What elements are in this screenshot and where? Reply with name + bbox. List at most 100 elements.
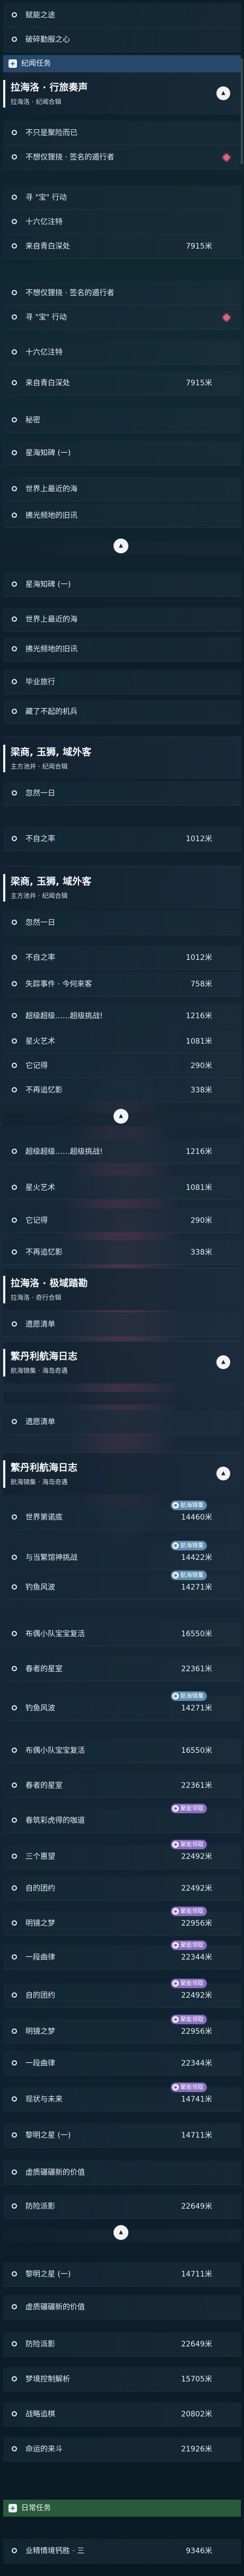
quest-item[interactable]: 赋能之途	[3, 3, 241, 28]
quest-label: 春者的星室	[25, 1665, 63, 1673]
quest-item[interactable]: 虚质碾碾新的价值	[3, 2295, 241, 2319]
quest-item[interactable]: 不想仅狸挠 · 签名的遁行者	[3, 145, 241, 170]
diamond-icon	[222, 153, 231, 162]
quest-item[interactable]: 忽然一日	[3, 911, 241, 935]
plus-icon: +	[8, 2504, 17, 2512]
quest-item[interactable]: 十六亿注特	[3, 210, 241, 234]
chevron-up-icon[interactable]: ▲	[216, 1355, 230, 1369]
quest-label: 钓鱼风波	[25, 1583, 55, 1592]
quest-header[interactable]: 梁商, 玉狮, 域外客 主方池井 · 纪闻合辑	[3, 737, 241, 779]
quest-item[interactable]: 黎明之星 (一) 14711米	[3, 2123, 241, 2148]
quest-distance: 338米	[190, 1086, 212, 1095]
quest-item[interactable]: 星海知碑 (一)	[3, 441, 241, 465]
quest-item[interactable]: 失踪事件 · 今何来客 758米	[3, 972, 241, 996]
quest-item[interactable]: 防险派影 22649米	[3, 2332, 241, 2357]
quest-item[interactable]: 不自之率 1012米	[3, 827, 241, 851]
quest-item[interactable]: 世界上最近的海	[3, 477, 241, 501]
quest-item[interactable]: 世界第诺底 14460米 航海锦集	[3, 1501, 241, 1530]
quest-item[interactable]: 来自青白深处 7915米	[3, 234, 241, 259]
quest-item[interactable]: 星火艺术 1081米	[3, 1029, 241, 1054]
quest-item[interactable]: 不想仅狸挠 · 签名的遁行者	[3, 281, 241, 305]
ring-icon	[12, 380, 17, 385]
quest-item[interactable]: 虚质碾碾新的价值	[3, 2160, 241, 2185]
quest-item[interactable]: 超级超级……超级挑战! 1216米	[3, 1004, 241, 1028]
quest-item[interactable]: 防险派影 22649米	[3, 2194, 241, 2219]
header-subtitle: 航海锦集 · 海岛奇遇	[11, 1367, 68, 1374]
quest-item[interactable]: 拂光频地的旧讯	[3, 637, 241, 661]
quest-item[interactable]: 不再追忆影 338米	[3, 1240, 241, 1265]
ring-icon	[12, 1631, 17, 1636]
quest-header[interactable]: 拉海洛 · 极域踏勘 拉海洛 · 奇行合辑	[3, 1268, 241, 1310]
marker-badge: 聚能领取	[171, 1804, 207, 1813]
quest-header[interactable]: 梁商, 玉狮, 域外客 主方池井 · 纪闻合辑	[3, 866, 241, 908]
quest-item[interactable]: 现状与未来 14741米 聚能领取	[3, 2083, 241, 2112]
quest-item[interactable]: 明镜之梦 22956米 聚能领取	[3, 1907, 241, 1936]
quest-item[interactable]: 自的团约 22492米 聚能领取	[3, 1979, 241, 2008]
chevron-up-icon[interactable]: ▲	[216, 86, 230, 100]
chevron-up-icon[interactable]: ▲	[114, 539, 128, 553]
quest-item[interactable]: 一段曲律 22344米	[3, 2051, 241, 2076]
quest-item[interactable]: 业精情境钙胜 · 三 9346米	[3, 2539, 241, 2563]
quest-item[interactable]: 黎明之星 (一) 14711米	[3, 2262, 241, 2287]
quest-item[interactable]: 它记得 290米	[3, 1054, 241, 1078]
quest-item[interactable]: 星海知碑 (一)	[3, 572, 241, 597]
quest-label: 不想仅狸挠 · 签名的遁行者	[25, 289, 115, 297]
quest-item[interactable]: 世界上最近的海	[3, 607, 241, 632]
quest-item[interactable]: 十六亿注特	[3, 340, 241, 365]
quest-item[interactable]: 它记得 290米	[3, 1208, 241, 1233]
quest-item[interactable]: 与当繁馆神挑战 14422米 航海锦集	[3, 1541, 241, 1570]
quest-header[interactable]: 拉海洛 · 行旅奏声 拉海洛 · 纪闻合辑 ▲	[3, 72, 241, 114]
quest-item[interactable]: 寻 "宝" 行动	[3, 186, 241, 210]
ring-icon	[12, 2096, 17, 2102]
quest-label: 虚质碾碾新的价值	[25, 2303, 85, 2312]
quest-item[interactable]: 春者的星室 22361米	[3, 1657, 241, 1681]
quest-item[interactable]: 超级超级……超级挑战! 1216米	[3, 1140, 241, 1164]
quest-item[interactable]: 不只是聚险而已	[3, 121, 241, 145]
marker-text: 聚能领取	[180, 2016, 204, 2023]
quest-item[interactable]: 布偶小队宝宝复活 16550米	[3, 1739, 241, 1763]
quest-item[interactable]: 命运的来斗 21926米	[3, 2437, 241, 2462]
quest-item[interactable]: 破碎勤服之心	[3, 28, 241, 52]
quest-item[interactable]: 不自之率 1012米	[3, 946, 241, 970]
quest-item[interactable]: 自的团约 22492米	[3, 1876, 241, 1901]
quest-header[interactable]: 繁丹利航海日志 航海锦集 · 海岛奇遇 ▲	[3, 1341, 241, 1383]
quest-item[interactable]: 不再追忆影 338米	[3, 1078, 241, 1102]
section-archon[interactable]: + 纪闻任务	[3, 55, 241, 72]
quest-item[interactable]: 遗愿清单	[3, 1312, 241, 1337]
quest-item[interactable]: 忽然一日	[3, 781, 241, 806]
quest-item[interactable]: 遗愿清单	[3, 1410, 241, 1434]
chevron-up-icon[interactable]: ▲	[114, 2225, 128, 2240]
marker-icon	[172, 1502, 179, 1508]
quest-label: 不自之率	[25, 954, 55, 962]
quest-item[interactable]: 藏了不起的机兵	[3, 700, 241, 724]
marker-text: 航海锦集	[180, 1542, 204, 1549]
chevron-up-icon[interactable]: ▲	[216, 1467, 230, 1480]
scrollbar[interactable]	[241, 58, 243, 164]
marker-badge: 航海锦集	[171, 1691, 207, 1701]
ring-icon	[12, 616, 17, 622]
quest-item[interactable]: 钓鱼风波 14271米 航海锦集	[3, 1571, 241, 1600]
quest-item[interactable]: 布偶小队宝宝复活 16550米	[3, 1622, 241, 1646]
quest-item[interactable]: 钓鱼风波 14271米 航海锦集	[3, 1691, 241, 1721]
quest-item[interactable]: 秘密	[3, 408, 241, 433]
quest-item[interactable]: 三个惠望 22492米 聚能领取	[3, 1840, 241, 1869]
quest-label: 破碎勤服之心	[25, 36, 70, 44]
chevron-up-icon[interactable]: ▲	[114, 1109, 128, 1124]
section-daily[interactable]: + 日常任务	[3, 2500, 241, 2517]
quest-item[interactable]: 明镜之梦 22956米 聚能领取	[3, 2015, 241, 2044]
quest-item[interactable]: 毕业旅行	[3, 670, 241, 694]
ring-icon	[12, 130, 17, 135]
plus-icon: +	[8, 59, 17, 68]
quest-item[interactable]: 春筑彩虎得的咖道 聚能领取	[3, 1804, 241, 1833]
quest-item[interactable]: 一段曲律 22344米 聚能领取	[3, 1940, 241, 1970]
quest-item[interactable]: 拂光频地的旧讯	[3, 504, 241, 528]
ring-icon	[12, 1321, 17, 1327]
quest-item[interactable]: 春者的星室 22361米	[3, 1774, 241, 1798]
quest-item[interactable]: 来自青白深处 7915米	[3, 371, 241, 395]
quest-item[interactable]: 战略追棋 20802米	[3, 2402, 241, 2427]
quest-item[interactable]: 梦境控制解析 15705米	[3, 2367, 241, 2392]
quest-item[interactable]: 星火艺术 1081米	[3, 1176, 241, 1200]
quest-item[interactable]: 寻 "宝" 行动	[3, 305, 241, 330]
quest-header[interactable]: 繁丹利航海日志 航海锦集 · 海岛奇遇 ▲	[3, 1452, 241, 1495]
quest-label: 黎明之星 (一)	[25, 2131, 71, 2140]
